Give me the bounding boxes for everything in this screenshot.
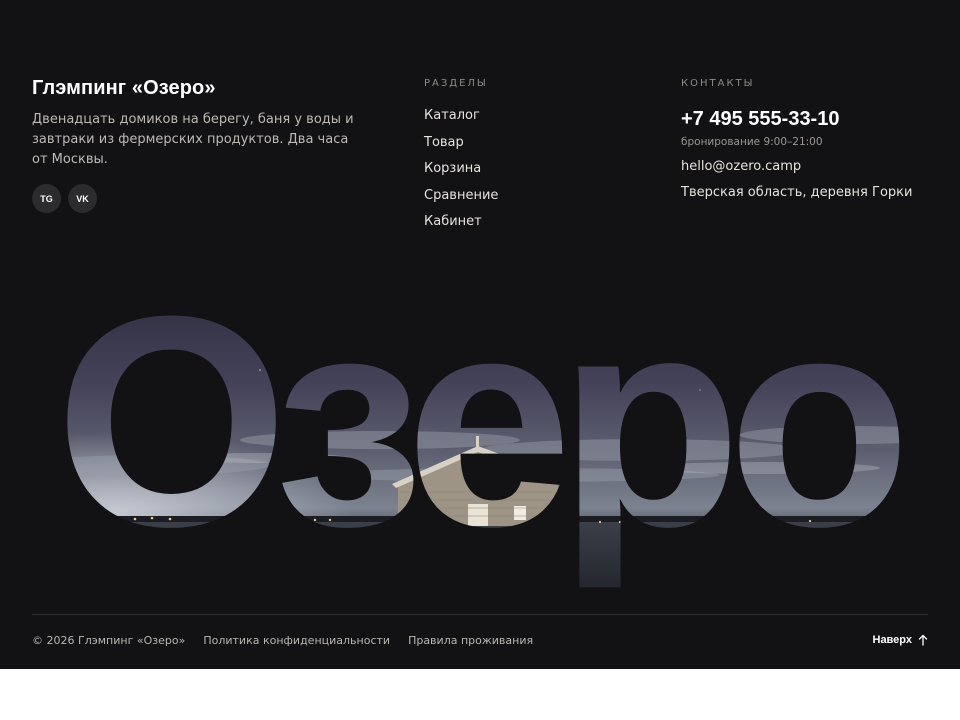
nav-item-compare[interactable]: Сравнение — [424, 187, 624, 204]
brand-column: Глэмпинг «Озеро» Двенадцать домиков на б… — [32, 76, 362, 213]
contacts-heading: КОНТАКТЫ — [681, 78, 755, 89]
stay-rules-link[interactable]: Правила проживания — [408, 634, 533, 647]
brand-description: Двенадцать домиков на берегу, баня у вод… — [32, 112, 354, 167]
contacts-column: КОНТАКТЫ +7 495 555-33-10 бронирование 9… — [681, 77, 941, 202]
booking-hours: бронирование 9:00–21:00 — [681, 136, 823, 148]
nav-item-account[interactable]: Кабинет — [424, 213, 624, 230]
footer-bottom-bar: © 2026 Глэмпинг «Озеро» Политика конфиде… — [32, 632, 928, 648]
back-to-top-label: Наверх — [872, 634, 913, 646]
address: Тверская область, деревня Горки — [681, 185, 913, 200]
site-footer: Глэмпинг «Озеро» Двенадцать домиков на б… — [0, 0, 960, 669]
hero-word-image: Озеро — [55, 270, 902, 591]
phone-link[interactable]: +7 495 555-33-10 — [681, 107, 941, 131]
telegram-icon[interactable]: TG — [32, 184, 61, 213]
brand-title: Глэмпинг «Озеро» — [32, 77, 216, 99]
footer-divider — [32, 614, 928, 615]
footer-nav: РАЗДЕЛЫ Каталог Товар Корзина Сравнение … — [424, 77, 624, 240]
vk-icon[interactable]: VK — [68, 184, 97, 213]
copyright: © 2026 Глэмпинг «Озеро» — [32, 633, 186, 647]
nav-list: Каталог Товар Корзина Сравнение Кабинет — [424, 107, 624, 230]
privacy-policy-link[interactable]: Политика конфиденциальности — [203, 634, 390, 647]
nav-item-product[interactable]: Товар — [424, 134, 624, 151]
back-to-top-button[interactable]: Наверх — [873, 634, 929, 646]
nav-heading: РАЗДЕЛЫ — [424, 78, 488, 89]
social-links: TG VK — [32, 184, 362, 213]
nav-item-cart[interactable]: Корзина — [424, 160, 624, 177]
nav-item-catalog[interactable]: Каталог — [424, 107, 624, 124]
email-link[interactable]: hello@ozero.camp — [681, 158, 941, 176]
arrow-up-icon — [918, 634, 928, 646]
